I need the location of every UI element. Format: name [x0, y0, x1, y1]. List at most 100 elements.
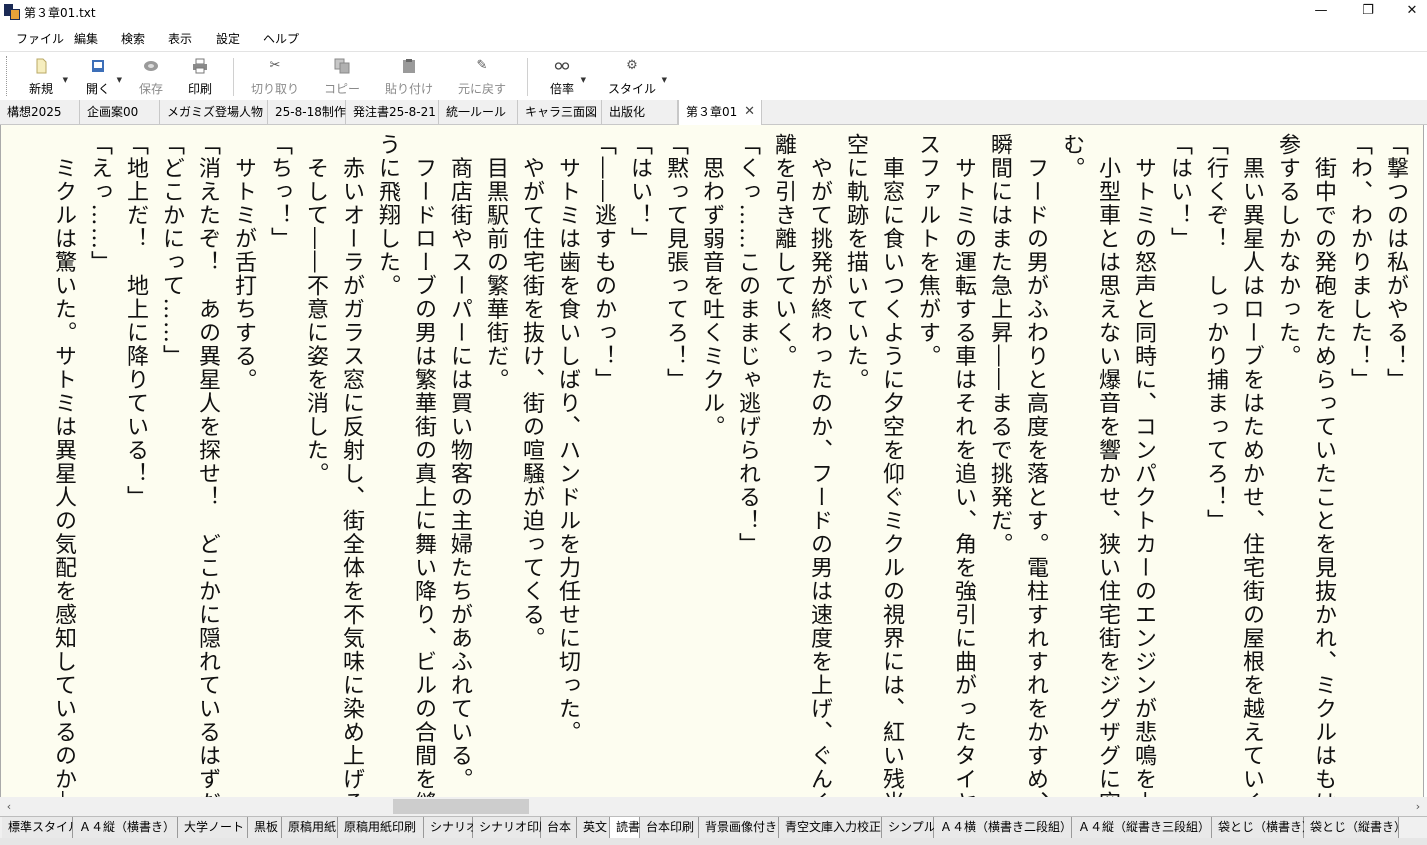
- style-tab[interactable]: Ａ４縦（縦書き三段組）: [1072, 817, 1212, 839]
- text-line: 「はい！」: [627, 133, 652, 251]
- text-line: サトミが舌打ちする。: [231, 133, 256, 392]
- text-line: 「地上だ！ 地上に降りている！」: [123, 133, 148, 509]
- scrollbar-thumb[interactable]: [393, 799, 529, 814]
- print-label: 印刷: [187, 82, 212, 96]
- text-line: 商店街やスーパーには買い物客の主婦たちがあふれている。: [447, 133, 472, 792]
- text-line: 「えっ……」: [87, 133, 112, 274]
- print-button[interactable]: 印刷: [186, 56, 214, 98]
- text-line: 「行くぞ！ しっかり捕まってろ！」: [1203, 133, 1228, 533]
- style-button[interactable]: ⚙ スタイル ▼: [607, 56, 667, 98]
- minimize-button[interactable]: —: [1298, 0, 1344, 24]
- cut-label: 切り取り: [250, 82, 299, 96]
- text-line: やがて挑発が終わったのか、フードの男は速度を上げ、ぐんぐん距: [807, 133, 832, 798]
- open-label: 開く: [85, 82, 110, 96]
- undo-button[interactable]: ✎ 元に戻す: [457, 56, 507, 98]
- chevron-down-icon[interactable]: ▼: [581, 76, 586, 84]
- style-tab[interactable]: 袋とじ（縦書き）: [1304, 817, 1406, 839]
- doc-tab[interactable]: 企画案00: [80, 100, 160, 124]
- text-line: 街中での発砲をためらっていたことを見抜かれ、ミクルはもはや降: [1311, 133, 1336, 798]
- text-line: サトミの怒声と同時に、コンパクトカーのエンジンが悲鳴を上げた。: [1131, 133, 1156, 798]
- paste-icon: [401, 58, 417, 74]
- close-tab-icon[interactable]: ✕: [744, 100, 755, 124]
- doc-tab[interactable]: キャラ三面図: [518, 100, 602, 124]
- text-line: 車窓に食いつくように夕空を仰ぐミクルの視界には、紅い残光が夕: [879, 133, 904, 798]
- text-line: 「黙って見張ってろ！」: [663, 133, 688, 392]
- style-tab[interactable]: 英文: [577, 817, 610, 839]
- copy-label: コピー: [323, 82, 360, 96]
- style-tab[interactable]: シナリオ印刷: [473, 817, 551, 839]
- menu-search[interactable]: 検索: [121, 30, 145, 47]
- style-tab[interactable]: Ａ４横（横書き二段組）: [934, 817, 1072, 839]
- text-line: サトミは歯を食いしばり、ハンドルを力任せに切った。: [555, 133, 580, 745]
- style-tab[interactable]: 台本印刷: [640, 817, 699, 839]
- paste-button[interactable]: 貼り付け: [384, 56, 434, 98]
- text-editor[interactable]: 「撃つのは私がやる！」 「わ、わかりました！」 街中での発砲をためらっていたことを…: [0, 125, 1424, 797]
- text-line: 小型車とは思えない爆音を響かせ、狭い住宅街をジグザグに突き進: [1095, 133, 1120, 798]
- save-button[interactable]: 保存: [137, 56, 165, 98]
- text-line: 「撃つのは私がやる！」: [1383, 133, 1408, 392]
- text-line: ミクルは驚いた。サトミは異星人の気配を感知しているのか――そ: [51, 133, 76, 798]
- new-label: 新規: [28, 82, 53, 96]
- scroll-left-icon[interactable]: ‹: [0, 797, 18, 816]
- style-tab[interactable]: 袋とじ（横書き）: [1212, 817, 1314, 839]
- style-gear-icon: ⚙: [626, 58, 638, 73]
- text-line: そして――不意に姿を消した。: [303, 133, 328, 486]
- style-tab[interactable]: シンプル: [882, 817, 936, 839]
- printer-icon: [192, 58, 208, 74]
- open-button[interactable]: 開く ▼: [84, 56, 122, 98]
- restore-button[interactable]: ❐: [1345, 0, 1391, 24]
- toolbar-separator: [233, 58, 234, 96]
- cut-button[interactable]: ✂ 切り取り: [250, 56, 300, 98]
- app-icon[interactable]: [4, 4, 20, 20]
- style-tab[interactable]: 原稿用紙: [282, 817, 338, 839]
- style-tab[interactable]: Ａ４縦（横書き）: [73, 817, 178, 839]
- text-line: 黒い異星人はローブをはためかせ、住宅街の屋根を越えていく。: [1239, 133, 1264, 798]
- text-line: む。: [1059, 133, 1084, 180]
- new-button[interactable]: 新規 ▼: [24, 56, 68, 98]
- doc-tab[interactable]: 25-8-18制作: [268, 100, 346, 124]
- chevron-down-icon[interactable]: ▼: [63, 76, 68, 84]
- doc-tab-active[interactable]: 第３章01 ✕: [678, 100, 762, 125]
- menu-edit[interactable]: 編集: [74, 30, 98, 47]
- text-line: 空に軌跡を描いていた。: [843, 133, 868, 392]
- zoom-button[interactable]: 倍率 ▼: [548, 56, 586, 98]
- style-tab[interactable]: 大学ノート: [178, 817, 248, 839]
- toolbar-grip[interactable]: [6, 56, 9, 96]
- style-tab[interactable]: 読書: [610, 817, 640, 839]
- chevron-down-icon[interactable]: ▼: [662, 76, 667, 84]
- copy-button[interactable]: コピー: [322, 56, 362, 98]
- style-tab[interactable]: 青空文庫入力校正: [779, 817, 882, 839]
- style-tab[interactable]: 原稿用紙印刷: [338, 817, 424, 839]
- style-tab[interactable]: 黒板: [248, 817, 282, 839]
- style-tab[interactable]: シナリオ: [424, 817, 478, 839]
- new-file-icon: [33, 58, 49, 74]
- close-button[interactable]: ✕: [1389, 0, 1427, 24]
- doc-tab[interactable]: 構想2025: [0, 100, 80, 124]
- zoom-label: 倍率: [549, 82, 574, 96]
- style-tab[interactable]: 背景画像付き: [699, 817, 779, 839]
- menu-help[interactable]: ヘルプ: [263, 30, 299, 47]
- menu-bar: ファイル 編集 検索 表示 設定 ヘルプ: [0, 26, 1427, 50]
- text-line: 参するしかなかった。: [1275, 133, 1300, 368]
- doc-tab[interactable]: 統一ルール: [439, 100, 518, 124]
- text-line: うに飛翔した。: [375, 133, 400, 298]
- doc-tab[interactable]: 発注書25-8-21: [346, 100, 439, 124]
- doc-tab[interactable]: メガミズ登場人物: [160, 100, 268, 124]
- menu-file[interactable]: ファイル: [16, 30, 64, 47]
- text-line: 「わ、わかりました！」: [1347, 133, 1372, 392]
- save-icon: [143, 58, 159, 74]
- horizontal-scrollbar[interactable]: ‹ ›: [0, 797, 1427, 816]
- chevron-down-icon[interactable]: ▼: [117, 76, 122, 84]
- style-tab[interactable]: 標準スタイル: [2, 817, 80, 839]
- text-line: 「どこかにって……」: [159, 133, 184, 368]
- text-line: フードの男がふわりと高度を落とす。電柱すれすれをかすめ、次の: [1023, 133, 1048, 798]
- menu-settings[interactable]: 設定: [216, 30, 240, 47]
- text-line: 「はい！」: [1167, 133, 1192, 251]
- text-line: スファルトを焦がす。: [915, 133, 940, 368]
- menu-view[interactable]: 表示: [168, 30, 192, 47]
- toolbar: 新規 ▼ 開く ▼ 保存 印刷 ✂ 切り取り コピー 貼り付け ✎ 元に戻す 倍…: [0, 51, 1427, 100]
- scroll-right-icon[interactable]: ›: [1409, 797, 1427, 816]
- text-line: 瞬間にはまた急上昇――まるで挑発だ。: [987, 133, 1012, 556]
- doc-tab[interactable]: 出版化: [602, 100, 678, 124]
- style-tab[interactable]: 台本: [541, 817, 577, 839]
